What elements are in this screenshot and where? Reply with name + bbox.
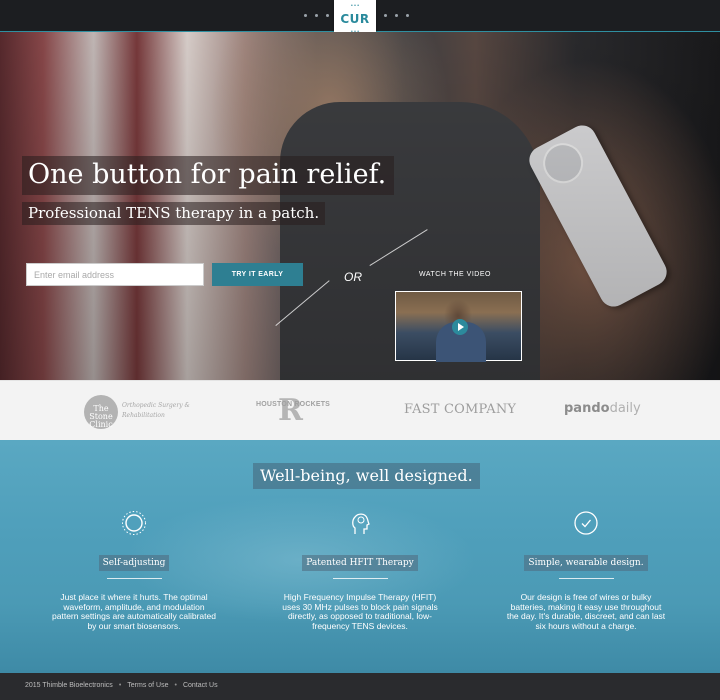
head-icon xyxy=(352,513,370,534)
top-bar: • • • CUR • • • xyxy=(0,0,720,40)
fast-company-logo: FAST COMPANY xyxy=(404,402,517,417)
feature-label: Self-adjusting xyxy=(98,555,170,571)
houston-rockets-logo: R HOUSTON ROCKETS xyxy=(256,394,336,428)
feature-hfit-therapy: Patented HFIT Therapy High Frequency Imp… xyxy=(270,510,450,631)
pando-daily-logo: pandodaily xyxy=(564,401,641,416)
pando-bold: pando xyxy=(564,401,610,416)
stone-clinic-mark: The Stone Clinic xyxy=(84,395,118,429)
watch-video-label: WATCH THE VIDEO xyxy=(419,271,491,278)
footer-separator: • xyxy=(174,682,177,689)
feature-wearable-design: Simple, wearable design. Our design is f… xyxy=(496,510,676,631)
feature-body: Our design is free of wires or bulky bat… xyxy=(506,592,666,631)
feature-divider xyxy=(106,578,162,579)
feature-self-adjusting: Self-adjusting Just place it where it hu… xyxy=(44,510,224,631)
contact-link[interactable]: Contact Us xyxy=(183,682,218,689)
rockets-wordmark: HOUSTON ROCKETS xyxy=(256,401,331,408)
stone-clinic-subtitle: Orthopedic Surgery & Rehabilitation xyxy=(122,402,190,419)
footer-separator: • xyxy=(118,682,122,689)
or-text: OR xyxy=(344,270,362,284)
feature-divider xyxy=(558,578,614,579)
pando-light: daily xyxy=(609,401,641,416)
press-logos-strip: The Stone Clinic Orthopedic Surgery & Re… xyxy=(0,380,720,440)
features-title: Well-being, well designed. xyxy=(253,463,480,489)
email-input[interactable] xyxy=(26,263,204,286)
self-adjust-icon xyxy=(122,511,146,535)
hero-headline: One button for pain relief. xyxy=(22,156,395,195)
dots-left-icon xyxy=(304,14,329,17)
try-it-early-button[interactable]: TRY IT EARLY xyxy=(212,263,303,286)
features-section: Well-being, well designed. Self-adjustin… xyxy=(0,440,720,673)
stone-clinic-logo: The Stone Clinic Orthopedic Surgery & Re… xyxy=(84,393,194,429)
logo-dots-top-icon: • • • xyxy=(350,3,360,9)
hero-section: One button for pain relief. Professional… xyxy=(0,32,720,380)
footer-links: 2015 Thimble Bioelectronics • Terms of Use… xyxy=(25,682,218,689)
copyright-text: 2015 Thimble Bioelectronics xyxy=(25,682,113,689)
dots-right-icon xyxy=(384,14,409,17)
play-icon[interactable] xyxy=(452,319,468,335)
checkmark-icon xyxy=(574,511,598,535)
feature-body: Just place it where it hurts. The optima… xyxy=(52,592,216,631)
feature-divider xyxy=(332,578,388,579)
footer: 2015 Thimble Bioelectronics • Terms of Use… xyxy=(0,673,720,700)
terms-link[interactable]: Terms of Use xyxy=(127,682,168,689)
feature-label: Patented HFIT Therapy xyxy=(302,555,418,571)
feature-body: High Frequency Impulse Therapy (HFIT) us… xyxy=(282,592,438,631)
hero-subhead: Professional TENS therapy in a patch. xyxy=(22,202,326,225)
feature-label: Simple, wearable design. xyxy=(524,555,648,571)
video-thumbnail[interactable] xyxy=(395,291,522,362)
rockets-mark: R xyxy=(278,393,303,428)
